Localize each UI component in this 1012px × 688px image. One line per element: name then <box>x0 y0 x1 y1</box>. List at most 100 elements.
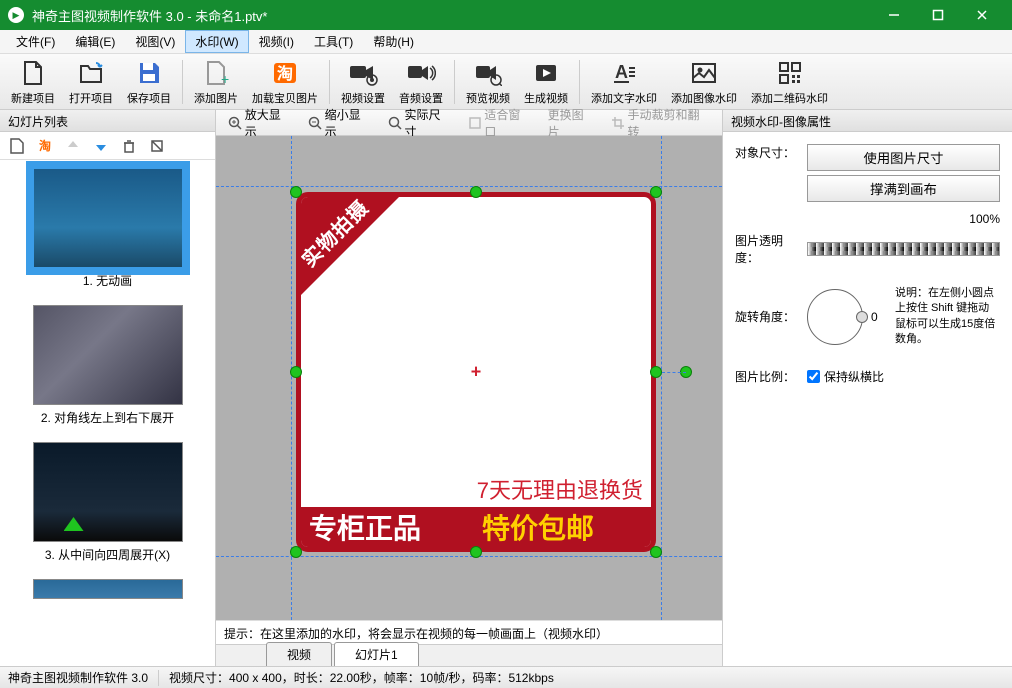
slide-list-panel: 幻灯片列表 淘 1. 无动画 2. 对角线左上到右下展开 3. 从中间向四周展开… <box>0 110 216 666</box>
slide-item[interactable]: 3. 从中间向四周展开(X) <box>8 442 207 563</box>
slide-thumbnail[interactable] <box>33 579 183 599</box>
video-settings-button[interactable]: 视频设置 <box>335 56 391 108</box>
menu-watermark[interactable]: 水印(W) <box>185 30 248 53</box>
resize-handle-nw[interactable] <box>290 186 302 198</box>
rotate-dial-dot[interactable] <box>856 311 868 323</box>
opacity-label: 图片透明度： <box>735 232 799 266</box>
rotate-label: 旋转角度： <box>735 308 799 325</box>
window-title: 神奇主图视频制作软件 3.0 - 未命名1.ptv* <box>32 6 872 25</box>
tab-slide1[interactable]: 幻灯片1 <box>334 642 419 666</box>
opacity-slider[interactable] <box>807 242 1000 256</box>
resize-handle-se[interactable] <box>650 546 662 558</box>
slide-thumbnail[interactable] <box>33 168 183 268</box>
add-qr-watermark-button[interactable]: 添加二维码水印 <box>745 56 834 108</box>
generate-icon <box>531 58 561 88</box>
bar-right-text: 特价包邮 <box>478 507 651 547</box>
resize-handle-sw[interactable] <box>290 546 302 558</box>
add-slide-button[interactable] <box>6 135 28 157</box>
resize-handle-n[interactable] <box>470 186 482 198</box>
slide-item[interactable] <box>8 579 207 599</box>
taobao-slide-button[interactable]: 淘 <box>34 135 56 157</box>
titlebar: 神奇主图视频制作软件 3.0 - 未命名1.ptv* <box>0 0 1012 30</box>
add-text-watermark-button[interactable]: A 添加文字水印 <box>585 56 663 108</box>
toolbar-separator <box>329 60 330 104</box>
preview-video-button[interactable]: 预览视频 <box>460 56 516 108</box>
audio-settings-icon <box>406 58 436 88</box>
replace-image-label: 更换图片 <box>548 106 595 140</box>
slide-item[interactable]: 2. 对角线左上到右下展开 <box>8 305 207 426</box>
preview-icon <box>473 58 503 88</box>
actual-size-label: 实际尺寸 <box>405 106 452 140</box>
zoom-out-label: 缩小显示 <box>325 106 372 140</box>
resize-handle-w[interactable] <box>290 366 302 378</box>
opacity-value: 100% <box>735 212 1000 226</box>
status-separator <box>158 670 159 686</box>
canvas-panel: 放大显示 缩小显示 实际尺寸 适合窗口 更换图片 手动裁剪和翻转 实物拍摄 7天… <box>216 110 722 666</box>
menu-edit[interactable]: 编辑(E) <box>65 30 125 53</box>
tip-bar: 提示：在这里添加的水印，将会显示在视频的每一帧画面上（视频水印） <box>216 620 722 644</box>
clear-slides-button[interactable] <box>146 135 168 157</box>
slide-item[interactable]: 1. 无动画 <box>8 168 207 289</box>
move-up-button[interactable] <box>62 135 84 157</box>
menu-video[interactable]: 视频(I) <box>249 30 304 53</box>
corner-badge: 实物拍摄 <box>300 196 420 316</box>
toolbar-separator <box>182 60 183 104</box>
fill-canvas-button[interactable]: 撑满到画布 <box>807 175 1000 202</box>
use-image-size-button[interactable]: 使用图片尺寸 <box>807 144 1000 171</box>
slide-label: 3. 从中间向四周展开(X) <box>8 546 207 563</box>
slide-thumbnail[interactable] <box>33 442 183 542</box>
load-taobao-button[interactable]: 淘 加载宝贝图片 <box>246 56 324 108</box>
delete-slide-button[interactable] <box>118 135 140 157</box>
close-button[interactable] <box>960 0 1004 30</box>
svg-text:A: A <box>615 62 628 82</box>
slide-list[interactable]: 1. 无动画 2. 对角线左上到右下展开 3. 从中间向四周展开(X) <box>0 160 215 666</box>
slide-label: 1. 无动画 <box>8 272 207 289</box>
text-watermark-icon: A <box>609 58 639 88</box>
view-toolbar: 放大显示 缩小显示 实际尺寸 适合窗口 更换图片 手动裁剪和翻转 <box>216 110 722 136</box>
menu-view[interactable]: 视图(V) <box>125 30 185 53</box>
audio-settings-button[interactable]: 音频设置 <box>393 56 449 108</box>
save-project-button[interactable]: 保存项目 <box>121 56 177 108</box>
ratio-label: 图片比例： <box>735 368 799 385</box>
menu-help[interactable]: 帮助(H) <box>363 30 424 53</box>
qr-icon <box>775 58 805 88</box>
object-size-label: 对象尺寸： <box>735 144 799 161</box>
guide-vertical <box>661 136 662 620</box>
keep-ratio-label: 保持纵横比 <box>824 368 884 385</box>
properties-body: 对象尺寸： 使用图片尺寸 撑满到画布 100% 图片透明度： 旋转角度： 0 说… <box>723 132 1012 407</box>
move-down-button[interactable] <box>90 135 112 157</box>
video-settings-icon <box>348 58 378 88</box>
resize-handle-s[interactable] <box>470 546 482 558</box>
status-info: 视频尺寸：400 x 400，时长：22.00秒，帧率：10帧/秒，码率：512… <box>169 669 554 686</box>
generate-video-button[interactable]: 生成视频 <box>518 56 574 108</box>
slide-list-actions: 淘 <box>0 132 215 160</box>
zoom-in-label: 放大显示 <box>245 106 292 140</box>
crop-flip-label: 手动裁剪和翻转 <box>628 106 711 140</box>
watermark-object[interactable]: 实物拍摄 7天无理由退换货 专柜正品 特价包邮 + <box>296 192 656 552</box>
add-image-button[interactable]: + 添加图片 <box>188 56 244 108</box>
bar-left-text: 专柜正品 <box>301 507 478 547</box>
add-image-watermark-button[interactable]: 添加图像水印 <box>665 56 743 108</box>
menu-file[interactable]: 文件(F) <box>6 30 65 53</box>
menubar: 文件(F) 编辑(E) 视图(V) 水印(W) 视频(I) 工具(T) 帮助(H… <box>0 30 1012 54</box>
save-project-label: 保存项目 <box>127 90 171 106</box>
resize-handle-e[interactable] <box>650 366 662 378</box>
properties-panel: 视频水印-图像属性 对象尺寸： 使用图片尺寸 撑满到画布 100% 图片透明度：… <box>722 110 1012 666</box>
app-icon <box>8 7 24 23</box>
open-project-button[interactable]: 打开项目 <box>63 56 119 108</box>
rotate-value: 0 <box>871 310 887 324</box>
bottom-bar: 专柜正品 特价包邮 <box>301 507 651 547</box>
canvas[interactable]: 实物拍摄 7天无理由退换货 专柜正品 特价包邮 + <box>216 136 722 620</box>
rotate-dial[interactable] <box>807 289 863 345</box>
menu-tools[interactable]: 工具(T) <box>304 30 363 53</box>
keep-ratio-input[interactable] <box>807 370 820 383</box>
keep-ratio-checkbox[interactable]: 保持纵横比 <box>807 368 884 385</box>
minimize-button[interactable] <box>872 0 916 30</box>
maximize-button[interactable] <box>916 0 960 30</box>
status-app: 神奇主图视频制作软件 3.0 <box>8 669 148 686</box>
new-project-button[interactable]: 新建项目 <box>5 56 61 108</box>
slide-thumbnail[interactable] <box>33 305 183 405</box>
bottom-tab-bar: 视频 幻灯片1 <box>216 644 722 666</box>
tab-video[interactable]: 视频 <box>266 642 332 666</box>
resize-handle-ne[interactable] <box>650 186 662 198</box>
